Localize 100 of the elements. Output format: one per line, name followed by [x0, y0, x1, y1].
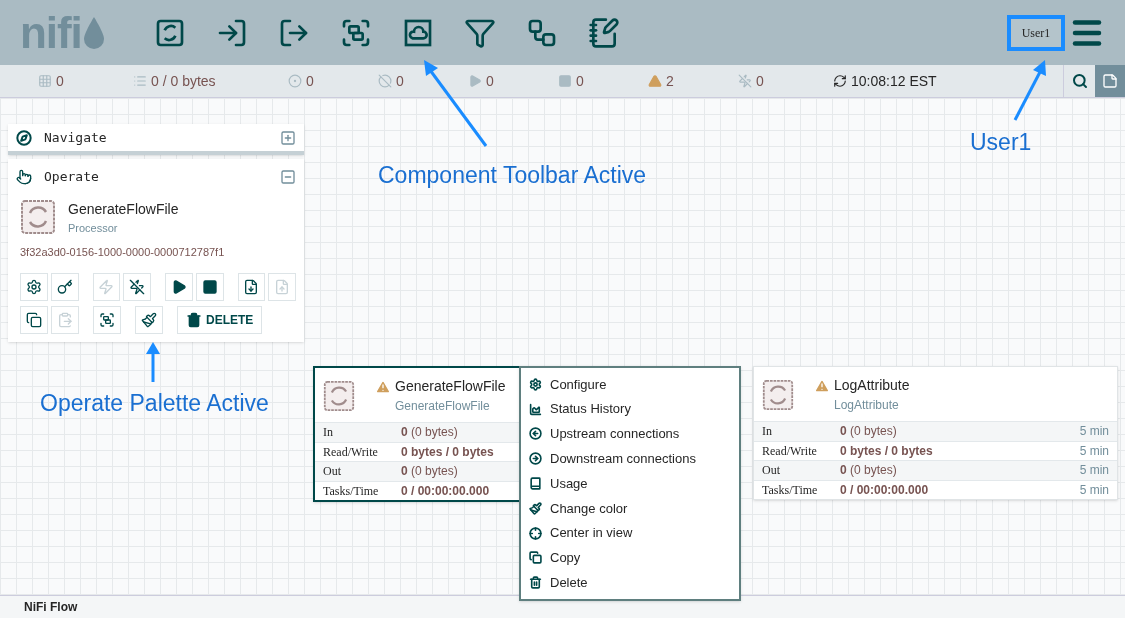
menu-item[interactable]: Delete	[521, 570, 739, 596]
breadcrumb[interactable]: NiFi Flow	[24, 598, 78, 616]
copy-icon	[26, 311, 42, 328]
collapse-toggle[interactable]	[280, 168, 296, 185]
status-value: 0	[56, 71, 64, 91]
list-icon	[133, 74, 147, 88]
crossed-circle-icon	[378, 74, 392, 88]
component-type: Processor	[68, 220, 119, 236]
brush-icon	[141, 311, 157, 328]
trash-icon	[186, 311, 202, 328]
operate-button[interactable]	[123, 272, 152, 301]
stat-value: 0 (0 bytes)	[401, 424, 458, 442]
processor-node[interactable]: LogAttribute LogAttribute In 0 (0 bytes) 5 min Read/Write 0 bytes / 0 bytes 5 min Out 0 (0 bytes) 5 min Tasks/Time 0 / 00:00:00.000 5 min	[753, 366, 1118, 500]
status-value: 0	[486, 71, 494, 91]
bolt-off-icon	[129, 278, 146, 295]
operate-button[interactable]	[237, 272, 266, 301]
stat-value: 0 / 00:00:00.000	[401, 482, 490, 500]
processor-type: LogAttribute	[834, 397, 900, 414]
stat-window: 5 min	[1079, 422, 1109, 441]
nifi-logo: nifi	[20, 10, 140, 55]
annotation-label: User1	[970, 128, 1032, 157]
upload-icon	[274, 278, 291, 295]
user-button[interactable]: User1	[1007, 14, 1065, 51]
processor-icon	[20, 199, 56, 236]
label-icon[interactable]	[588, 16, 620, 49]
status-value: 0	[756, 71, 764, 91]
key-icon	[56, 278, 73, 295]
processor-name: LogAttribute	[834, 376, 910, 395]
operate-button[interactable]	[93, 305, 121, 334]
operate-button[interactable]	[165, 272, 193, 301]
processor-name: GenerateFlowFile	[395, 377, 506, 396]
copy-icon	[529, 551, 542, 565]
panel-title: Navigate	[44, 128, 107, 147]
stat-value: 0 (0 bytes)	[840, 423, 897, 441]
stat-value: 0 (0 bytes)	[401, 463, 458, 481]
status-value: 0 / 0 bytes	[151, 71, 216, 91]
bolt-icon	[98, 278, 115, 295]
menu-item[interactable]: Center in view	[521, 520, 739, 546]
processor-icon	[323, 380, 355, 412]
annotation-arrow	[146, 342, 160, 382]
group-icon	[99, 311, 115, 328]
annotation-arrow	[1013, 60, 1046, 121]
gear-icon	[25, 278, 42, 295]
processor-type: GenerateFlowFile	[395, 398, 491, 415]
stat-label: Out	[762, 462, 781, 480]
annotation-label: Operate Palette Active	[40, 389, 269, 418]
search-icon	[1071, 73, 1088, 89]
status-value: 0	[306, 71, 314, 91]
component-id: 3f32a3d0-0156-1000-0000-0000712787f1	[19, 245, 226, 260]
brush-icon	[529, 501, 542, 515]
gear-icon	[529, 377, 542, 391]
processor-icon	[762, 379, 794, 411]
warning-icon	[648, 74, 662, 88]
stat-value: 0 (0 bytes)	[840, 462, 897, 480]
area-chart-icon	[529, 402, 542, 416]
paste-icon	[57, 311, 73, 328]
operate-button[interactable]	[195, 272, 224, 301]
stat-window: 5 min	[1079, 441, 1109, 460]
stop-icon	[201, 278, 218, 295]
operate-button[interactable]	[20, 305, 48, 334]
play-icon	[468, 74, 482, 88]
hand-icon	[16, 168, 32, 185]
trash-icon	[529, 576, 542, 590]
stat-value: 0 bytes / 0 bytes	[401, 443, 494, 461]
component-name: GenerateFlowFile	[68, 199, 179, 219]
status-value: 2	[666, 71, 674, 91]
stat-label: Read/Write	[762, 442, 818, 460]
operate-button[interactable]	[50, 272, 79, 301]
stat-window: 5 min	[1079, 461, 1109, 480]
stat-label: In	[762, 423, 773, 441]
grid-icon	[38, 74, 52, 88]
operate-button[interactable]	[135, 305, 163, 334]
bolt-off-icon	[738, 74, 752, 88]
menu-item[interactable]: Copy	[521, 545, 739, 571]
warning-icon	[375, 378, 391, 395]
warning-icon	[814, 377, 830, 394]
target-icon	[288, 74, 302, 88]
refresh-icon	[833, 74, 847, 88]
stat-label: Tasks/Time	[323, 482, 380, 500]
status-value: 0	[576, 71, 584, 91]
stat-window: 5 min	[1079, 480, 1109, 499]
stat-label: In	[323, 424, 334, 442]
operate-button[interactable]	[20, 272, 48, 301]
note-icon	[1102, 73, 1118, 89]
annotation-label: Component Toolbar Active	[378, 161, 647, 190]
stat-label: Tasks/Time	[762, 481, 819, 499]
book-icon	[529, 477, 542, 491]
stat-value: 0 bytes / 0 bytes	[840, 442, 933, 460]
stat-value: 0 / 00:00:00.000	[840, 481, 929, 499]
expand-toggle[interactable]	[280, 129, 296, 146]
delete-button[interactable]: DELETE	[177, 305, 263, 334]
template-icon	[243, 278, 260, 295]
square-icon	[558, 74, 572, 88]
panel-title: Operate	[44, 168, 99, 186]
stat-label: Read/Write	[323, 443, 379, 461]
compass-icon	[16, 129, 32, 146]
stat-label: Out	[323, 463, 342, 481]
status-value: 10:08:12 EST	[851, 71, 937, 91]
status-value: 0	[396, 71, 404, 91]
crosshair-icon	[529, 526, 542, 540]
